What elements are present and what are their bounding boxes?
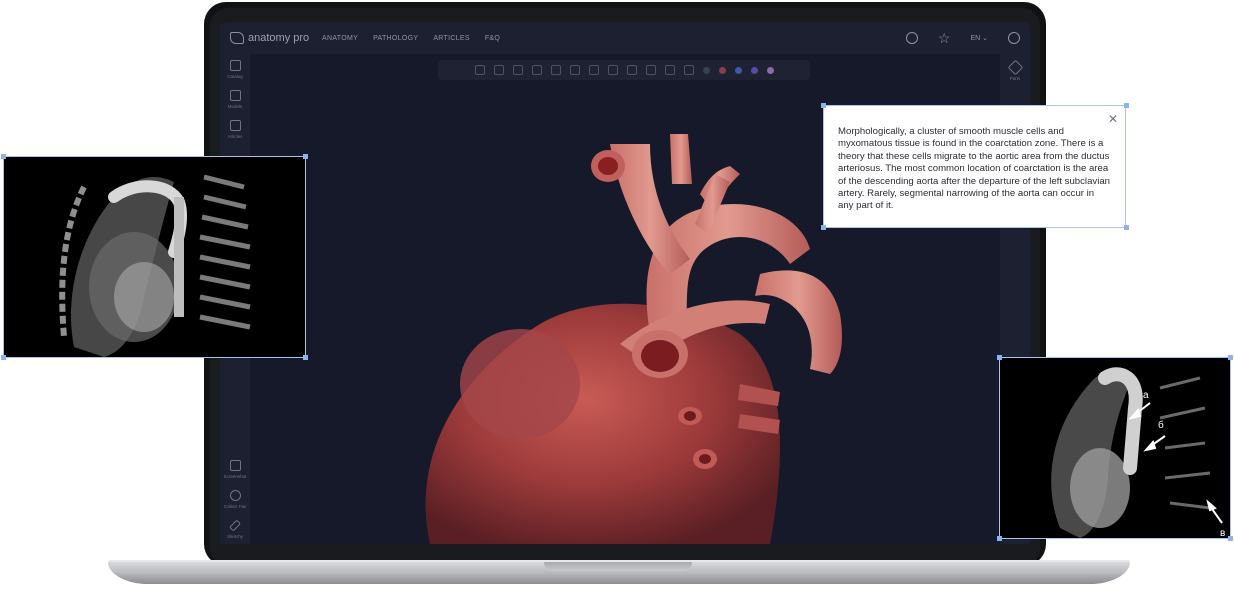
color-swatch[interactable]: [718, 66, 726, 74]
color-swatch[interactable]: [750, 66, 758, 74]
resize-handle[interactable]: [1, 154, 6, 159]
app-logo[interactable]: anatomy pro: [230, 32, 322, 44]
resize-handle[interactable]: [1228, 536, 1233, 541]
language-value: EN: [970, 35, 981, 42]
sidebar-item-sketchy[interactable]: Sketchy: [220, 519, 250, 539]
color-swatch[interactable]: [734, 66, 742, 74]
resize-handle[interactable]: [821, 225, 826, 230]
sidebar-item-favorites[interactable]: Collect Fav: [220, 490, 250, 509]
nav-actions: ☆ EN ⌄: [905, 22, 1020, 54]
models-icon: [229, 90, 241, 101]
laptop-notch: [544, 562, 692, 571]
rightbar-item-label: Parts: [1009, 76, 1021, 81]
info-popup: Morphologically, a cluster of smooth mus…: [823, 105, 1126, 228]
pencil-icon: [228, 519, 242, 532]
resize-handle[interactable]: [303, 154, 308, 159]
star-icon[interactable]: ☆: [938, 31, 951, 45]
sidebar-item-label: Articles: [227, 134, 243, 139]
sidebar-item-label: Catalog: [227, 74, 243, 79]
mri-scan-panel-right[interactable]: а б в: [999, 357, 1231, 539]
app-screen: anatomy pro ANATOMY PATHOLOGY ARTICLES F…: [220, 22, 1030, 544]
sidebar-item-models[interactable]: Models: [220, 90, 250, 109]
sidebar-item-label: Screenshot: [223, 474, 247, 479]
star-icon: [229, 490, 241, 501]
resize-handle[interactable]: [1, 355, 6, 360]
popup-text: Morphologically, a cluster of smooth mus…: [838, 126, 1111, 212]
ct-scan-image: [4, 157, 305, 357]
scan-label-v: в: [1220, 528, 1226, 539]
resize-handle[interactable]: [303, 355, 308, 360]
nav-fq[interactable]: F&Q: [485, 35, 500, 42]
logo-icon: [230, 32, 244, 44]
articles-icon: [229, 120, 241, 131]
catalog-icon: [229, 60, 241, 71]
search-icon[interactable]: [905, 32, 918, 44]
language-select[interactable]: EN ⌄: [970, 34, 988, 42]
nav-articles[interactable]: ARTICLES: [433, 35, 470, 42]
sidebar-item-screenshot[interactable]: Screenshot: [220, 460, 250, 479]
resize-handle[interactable]: [1124, 225, 1129, 230]
color-swatch[interactable]: [702, 66, 710, 74]
layers-icon: [1007, 59, 1023, 76]
rightbar-item-parts[interactable]: Parts: [1000, 59, 1030, 81]
screenshot-icon: [229, 460, 241, 471]
top-navigation: anatomy pro ANATOMY PATHOLOGY ARTICLES F…: [220, 22, 1030, 54]
close-icon[interactable]: ✕: [1108, 112, 1118, 126]
sidebar-item-articles[interactable]: Articles: [220, 120, 250, 139]
user-icon[interactable]: [1008, 32, 1020, 44]
resize-handle[interactable]: [997, 355, 1002, 360]
nav-anatomy[interactable]: ANATOMY: [322, 35, 358, 42]
resize-handle[interactable]: [1228, 355, 1233, 360]
logo-text: anatomy pro: [248, 32, 310, 44]
resize-handle[interactable]: [997, 536, 1002, 541]
sidebar-item-label: Sketchy: [226, 534, 243, 539]
heart-3d-model[interactable]: [370, 74, 890, 544]
mri-scan-image: [1000, 358, 1230, 538]
scan-label-b: б: [1158, 420, 1164, 431]
resize-handle[interactable]: [821, 103, 826, 108]
sidebar-item-label: Models: [227, 104, 243, 109]
resize-handle[interactable]: [1124, 103, 1129, 108]
sidebar-item-label: Collect Fav: [223, 504, 247, 509]
color-swatch[interactable]: [766, 66, 774, 74]
sidebar-item-catalog[interactable]: Catalog: [220, 60, 250, 79]
ct-scan-panel-left[interactable]: [3, 156, 306, 358]
scan-label-a: а: [1143, 390, 1149, 401]
nav-pathology[interactable]: PATHOLOGY: [373, 35, 418, 42]
